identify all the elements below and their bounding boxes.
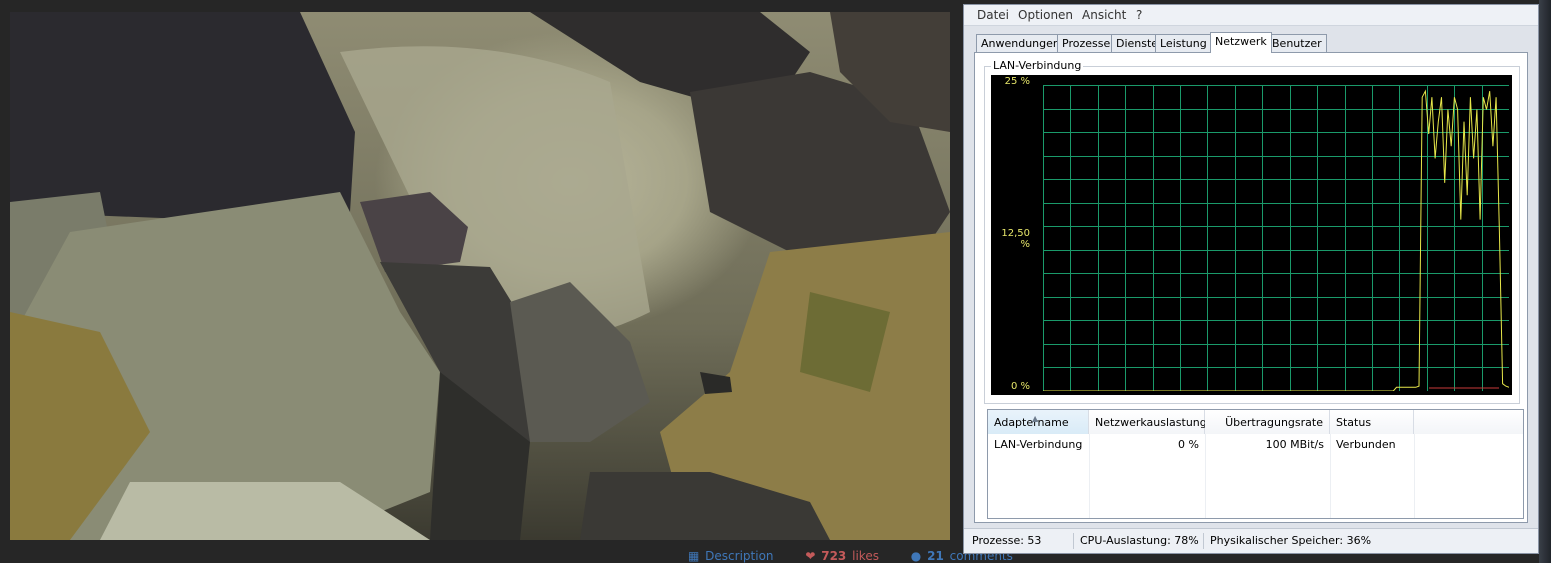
likes-count: 723 (821, 549, 847, 563)
background-window-edge (1539, 0, 1551, 563)
tab-benutzer[interactable]: Benutzer (1267, 34, 1327, 52)
menu-ansicht[interactable]: Ansicht (1082, 8, 1126, 22)
column-header-netzwerkauslastung[interactable]: Netzwerkauslastung (1089, 410, 1207, 434)
tab-anwendungen[interactable]: Anwendungen (976, 34, 1065, 52)
status-memory: Physikalischer Speicher: 36% (1210, 534, 1372, 547)
cell-netzwerkauslastung: 0 % (1178, 438, 1199, 451)
adapter-list: ▲ Adaptername Netzwerkauslastung Übertra… (987, 409, 1524, 519)
menu-help[interactable]: ? (1136, 8, 1142, 22)
network-panel: LAN-Verbindung 25 % 12,50 % 0 % ▲ Adapte… (974, 52, 1528, 523)
lan-graph-group: LAN-Verbindung 25 % 12,50 % 0 % (984, 59, 1520, 404)
likes-link[interactable]: ❤ 723 likes (791, 549, 882, 563)
column-header-adaptername[interactable]: ▲ Adaptername (988, 410, 1089, 434)
tab-netzwerk[interactable]: Netzwerk (1210, 32, 1272, 53)
comment-icon: ● (910, 549, 922, 563)
description-link[interactable]: ▦ Description (674, 549, 777, 563)
throughput-series-line (1043, 89, 1509, 391)
y-label-min: 0 % (1010, 381, 1030, 392)
y-label-mid: 12,50 % (1001, 228, 1030, 250)
description-label: Description (705, 549, 774, 563)
likes-label: likes (852, 549, 879, 563)
photo-scene (10, 12, 950, 540)
heart-icon: ❤ (805, 549, 816, 563)
photo-footer: ▦ Description ❤ 723 likes ● 21 comments (660, 549, 1013, 563)
column-divider (1414, 434, 1415, 518)
photo-image[interactable] (10, 12, 950, 540)
network-graph: 25 % 12,50 % 0 % (991, 75, 1512, 395)
column-header-status[interactable]: Status (1330, 410, 1414, 434)
cell-uebertragungsrate: 100 MBit/s (1265, 438, 1324, 451)
group-title: LAN-Verbindung (991, 59, 1084, 72)
y-label-max: 25 % (1004, 76, 1030, 87)
menu-optionen[interactable]: Optionen (1018, 8, 1073, 22)
tab-strip: Anwendungen Prozesse Dienste Leistung Ne… (974, 32, 1528, 53)
task-manager-window: Datei Optionen Ansicht ? Anwendungen Pro… (963, 4, 1539, 554)
column-header-uebertragungsrate[interactable]: Übertragungsrate (1205, 410, 1330, 434)
tab-prozesse[interactable]: Prozesse (1057, 34, 1116, 52)
cell-adaptername: LAN-Verbindung (994, 438, 1083, 451)
graph-plot (1043, 85, 1509, 391)
comments-count: 21 (927, 549, 944, 563)
column-header-empty (1414, 410, 1523, 434)
status-bar: Prozesse: 53 CPU-Auslastung: 78% Physika… (964, 528, 1538, 553)
tab-leistung[interactable]: Leistung (1155, 34, 1212, 52)
cell-status: Verbunden (1336, 438, 1396, 451)
menu-bar: Datei Optionen Ansicht ? (964, 5, 1538, 26)
grid-icon: ▦ (688, 549, 700, 563)
menu-datei[interactable]: Datei (977, 8, 1009, 22)
status-processes: Prozesse: 53 (966, 533, 1074, 549)
status-cpu: CPU-Auslastung: 78% (1074, 533, 1204, 549)
sort-up-icon: ▲ (1032, 414, 1039, 423)
